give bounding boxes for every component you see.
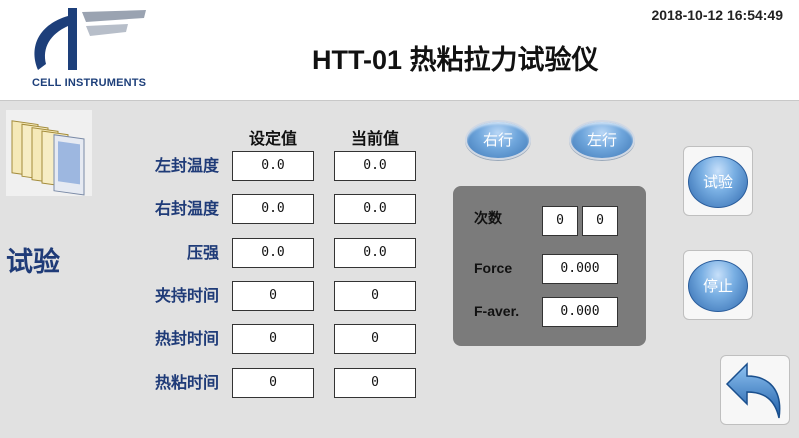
force-label: Force: [474, 260, 513, 276]
stop-button-label: 停止: [688, 260, 748, 312]
test-button-label: 试验: [688, 156, 748, 208]
move-left-button[interactable]: 左行: [569, 120, 635, 160]
column-header-current-value: 当前值: [350, 129, 399, 148]
back-arrow-icon: [725, 362, 781, 419]
test-button[interactable]: 试验: [683, 146, 753, 216]
count-field-b: 0: [582, 206, 618, 236]
seal-time-current-field: 0: [334, 324, 416, 354]
left-seal-temp-current-field: 0.0: [334, 151, 416, 181]
row-label-clamp-time: 夹持时间: [154, 286, 219, 305]
left-seal-temp-set-field[interactable]: 0.0: [232, 151, 314, 181]
page-title: HTT-01 热粘拉力试验仪: [312, 45, 599, 75]
force-value-field: 0.000: [542, 254, 618, 284]
right-seal-temp-set-field[interactable]: 0.0: [232, 194, 314, 224]
row-label-right-seal-temp: 右封温度: [154, 199, 219, 218]
clamp-time-current-field: 0: [334, 281, 416, 311]
right-seal-temp-current-field: 0.0: [334, 194, 416, 224]
row-label-hot-tack-time: 热粘时间: [154, 373, 219, 392]
count-label: 次数: [474, 211, 502, 227]
header-bar: CELL INSTRUMENTS 2018-10-12 16:54:49 HTT…: [0, 0, 799, 100]
datetime-display: 2018-10-12 16:54:49: [651, 7, 783, 23]
hot-tack-time-current-field: 0: [334, 368, 416, 398]
seal-time-set-field[interactable]: 0: [232, 324, 314, 354]
pressure-set-field[interactable]: 0.0: [232, 238, 314, 268]
f-average-value-field: 0.000: [542, 297, 618, 327]
row-label-seal-time: 热封时间: [154, 329, 219, 348]
logo-text: CELL INSTRUMENTS: [32, 77, 147, 89]
f-average-label: F-aver.: [474, 303, 520, 319]
hot-tack-time-set-field[interactable]: 0: [232, 368, 314, 398]
move-right-button[interactable]: 右行: [465, 120, 531, 160]
pressure-current-field: 0.0: [334, 238, 416, 268]
stop-button[interactable]: 停止: [683, 250, 753, 320]
count-field-a: 0: [542, 206, 578, 236]
back-button[interactable]: [720, 355, 790, 425]
column-header-set-value: 设定值: [248, 129, 297, 148]
row-label-pressure: 压强: [186, 243, 219, 262]
clamp-time-set-field[interactable]: 0: [232, 281, 314, 311]
row-label-left-seal-temp: 左封温度: [154, 156, 219, 175]
mode-label: 试验: [6, 247, 60, 278]
